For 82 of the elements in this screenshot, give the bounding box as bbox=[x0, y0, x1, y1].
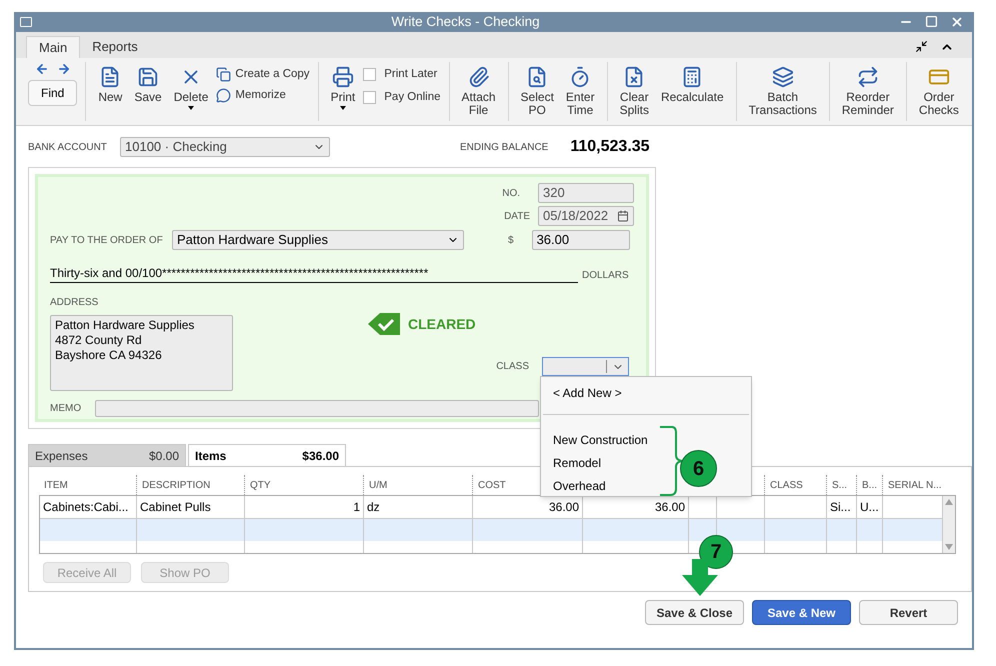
close-icon[interactable] bbox=[950, 15, 964, 29]
add-new-option[interactable]: < Add New > bbox=[541, 377, 751, 407]
payee-dropdown[interactable]: Patton Hardware Supplies bbox=[172, 230, 464, 250]
scrollbar[interactable] bbox=[943, 496, 955, 553]
date-field[interactable]: 05/18/2022 bbox=[538, 206, 634, 226]
toolbar-link[interactable]: Memorize bbox=[216, 87, 310, 104]
stacked-pages-icon bbox=[772, 66, 794, 88]
toolbar-button[interactable]: Delete bbox=[170, 66, 212, 110]
check-number-field[interactable]: 320 bbox=[538, 183, 634, 203]
toolbar-button[interactable]: Save bbox=[130, 66, 166, 104]
toolbar-button[interactable]: Reorder Reminder bbox=[838, 66, 898, 117]
app-icon bbox=[20, 17, 32, 27]
field-label: DATE bbox=[504, 210, 530, 224]
scroll-down-icon[interactable] bbox=[945, 544, 953, 550]
detail-tab[interactable]: Items $36.00 bbox=[188, 444, 346, 466]
column-header: QTY bbox=[250, 478, 271, 492]
down-arrow-icon bbox=[681, 559, 719, 597]
amount-field[interactable]: 36.00 bbox=[532, 230, 630, 250]
field-label: NO. bbox=[502, 186, 520, 200]
arrows-cycle-icon bbox=[856, 66, 879, 88]
toolbar-button[interactable]: Enter Time bbox=[562, 66, 599, 117]
column-header: U/M bbox=[369, 478, 388, 492]
amount-in-words: Thirty-six and 00/100********************************************************* bbox=[50, 264, 578, 283]
copy-icon bbox=[216, 67, 232, 82]
class-option[interactable]: New Construction bbox=[553, 430, 648, 448]
toolbar-button[interactable]: Batch Transactions bbox=[744, 66, 821, 117]
toolbar-button[interactable]: Recalculate bbox=[656, 66, 728, 104]
ribbon-tab[interactable]: Main bbox=[26, 36, 80, 58]
detail-tab[interactable]: Expenses $0.00 bbox=[28, 444, 186, 466]
column-header: CLASS bbox=[770, 478, 803, 492]
document-search-icon bbox=[526, 66, 548, 88]
checkbox[interactable] bbox=[363, 91, 376, 104]
footer-button[interactable]: Save & Close bbox=[645, 600, 744, 625]
caret-icon bbox=[340, 106, 346, 110]
cleared-status: CLEARED bbox=[408, 314, 476, 334]
toolbar-button[interactable]: Select PO bbox=[516, 66, 558, 117]
field-label: BANK ACCOUNT bbox=[28, 140, 108, 154]
toolbar-button[interactable]: Attach File bbox=[458, 66, 500, 117]
collapse-arrows-icon[interactable] bbox=[915, 40, 928, 53]
calculator-icon bbox=[681, 66, 704, 88]
field-label: MEMO bbox=[50, 402, 82, 416]
ending-balance: 110,523.35 bbox=[570, 137, 650, 157]
class-option[interactable]: Remodel bbox=[553, 454, 602, 472]
column-header: B... bbox=[862, 478, 878, 492]
printer-icon bbox=[332, 66, 354, 88]
field-label: ADDRESS bbox=[50, 296, 100, 310]
column-header: DESCRIPTION bbox=[142, 478, 210, 492]
class-dropdown[interactable] bbox=[542, 357, 629, 376]
column-header: S... bbox=[832, 478, 848, 492]
checkbox-label: Print Later bbox=[384, 67, 438, 82]
toolbar-link[interactable]: Create a Copy bbox=[216, 66, 310, 84]
field-label: CLASS bbox=[496, 360, 529, 374]
document-icon bbox=[99, 66, 122, 88]
toolbar-button[interactable]: New bbox=[94, 66, 126, 104]
ribbon-tab[interactable]: Reports bbox=[80, 36, 150, 58]
toolbar-button[interactable]: Print bbox=[326, 66, 360, 110]
field-label: $ bbox=[508, 234, 514, 248]
footer-button[interactable]: Save & New bbox=[752, 600, 851, 625]
toolbar-button[interactable]: Order Checks bbox=[914, 66, 963, 117]
caret-icon bbox=[188, 106, 194, 110]
maximize-icon[interactable] bbox=[925, 15, 938, 28]
checkbox[interactable] bbox=[363, 68, 376, 82]
toolbar-button[interactable]: Clear Splits bbox=[616, 66, 653, 117]
paperclip-icon bbox=[468, 66, 490, 88]
memo-field[interactable] bbox=[95, 400, 539, 417]
calendar-icon[interactable] bbox=[617, 210, 629, 222]
bank-account-dropdown[interactable]: 10100 · Checking bbox=[120, 137, 330, 157]
field-label: ENDING BALANCE bbox=[460, 140, 548, 154]
checkbox-label: Pay Online bbox=[384, 90, 441, 106]
field-label: PAY TO THE ORDER OF bbox=[50, 234, 164, 248]
column-header: COST bbox=[478, 478, 506, 492]
class-option[interactable]: Overhead bbox=[553, 476, 606, 494]
field-label: DOLLARS bbox=[582, 269, 629, 283]
scroll-up-icon[interactable] bbox=[945, 499, 953, 505]
column-header: SERIAL N... bbox=[888, 478, 942, 492]
footer-button[interactable]: Revert bbox=[859, 600, 958, 625]
column-header: ITEM bbox=[44, 478, 68, 492]
check-mark-icon bbox=[368, 313, 400, 335]
window-title: Write Checks - Checking bbox=[390, 12, 541, 31]
find-button[interactable]: Find bbox=[28, 80, 78, 106]
speech-bubble-icon bbox=[216, 88, 232, 104]
address-field[interactable]: Patton Hardware Supplies 4872 County Rd Bayshore CA 94326 bbox=[50, 315, 233, 391]
